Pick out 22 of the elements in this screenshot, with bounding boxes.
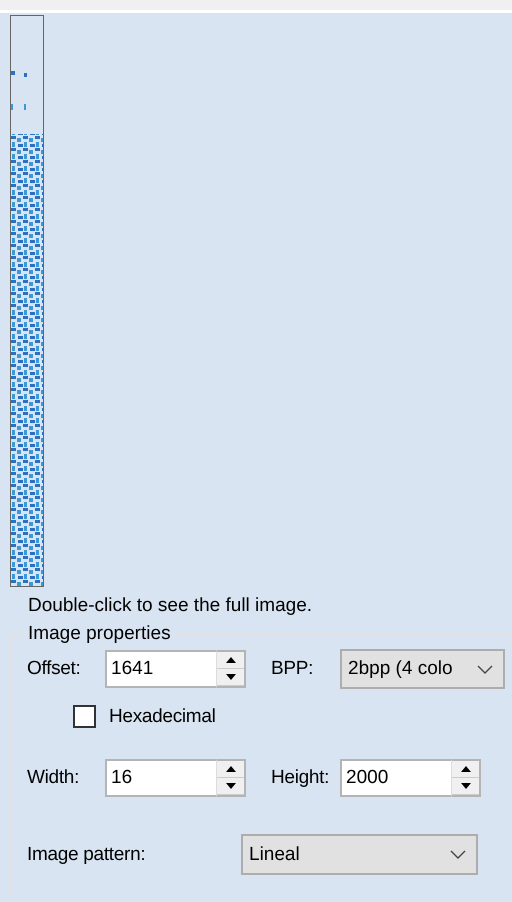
width-field[interactable]: 16	[105, 759, 216, 797]
image-pattern-dropdown[interactable]: Lineal	[241, 834, 478, 875]
image-pattern-label: Image pattern:	[27, 844, 146, 866]
height-field[interactable]: 2000	[340, 759, 451, 797]
offset-field[interactable]: 1641	[105, 650, 216, 688]
bpp-dropdown[interactable]: 2bpp (4 colo	[340, 649, 505, 689]
up-arrow-icon	[226, 657, 236, 663]
down-arrow-icon	[460, 783, 470, 789]
down-arrow-icon	[226, 783, 236, 789]
hexadecimal-checkbox[interactable]	[73, 705, 96, 728]
hexadecimal-label: Hexadecimal	[109, 706, 216, 728]
caret-icon	[477, 664, 493, 674]
up-arrow-icon	[460, 766, 470, 772]
up-arrow-icon	[226, 766, 236, 772]
group-title: Image properties	[27, 623, 172, 645]
caret-icon	[450, 850, 466, 859]
hint-text: Double-click to see the full image.	[28, 595, 314, 617]
offset-label: Offset:	[27, 658, 82, 680]
down-arrow-icon	[226, 674, 236, 680]
height-label: Height:	[271, 767, 330, 789]
bpp-label: BPP:	[271, 658, 314, 680]
width-label: Width:	[27, 767, 80, 789]
